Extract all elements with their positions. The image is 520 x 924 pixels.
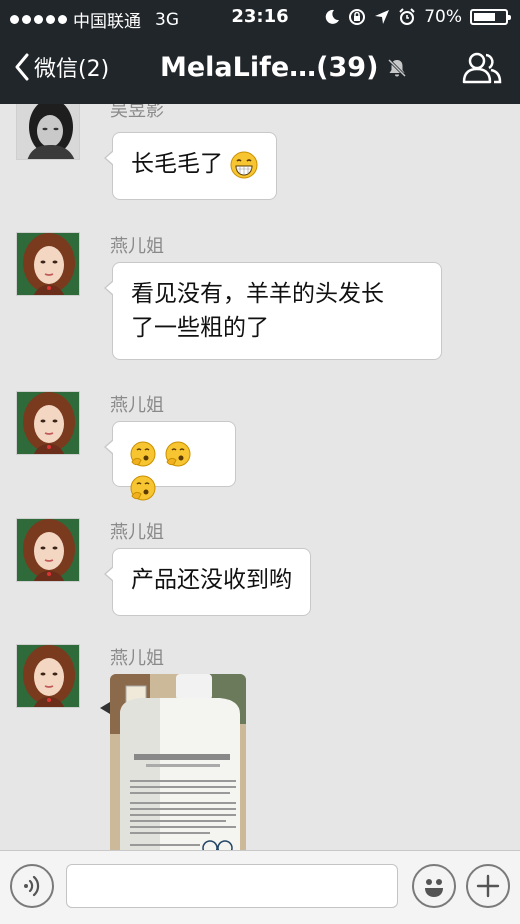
input-bar bbox=[0, 850, 520, 924]
message-bubble[interactable] bbox=[104, 421, 236, 500]
location-arrow-icon bbox=[375, 10, 390, 24]
chat-title: MelaLife…(39) bbox=[160, 52, 408, 83]
status-bar: 中国联通 3G 23:16 70% bbox=[0, 0, 520, 34]
thinking-emoji-icon bbox=[130, 475, 156, 500]
moon-icon bbox=[325, 9, 340, 24]
thinking-emoji-icon bbox=[165, 441, 191, 466]
message-text: 产品还没收到哟 bbox=[131, 567, 292, 593]
grin-emoji-icon bbox=[230, 151, 258, 178]
message-text: 长毛毛了 bbox=[131, 151, 223, 177]
avatar[interactable] bbox=[16, 391, 80, 455]
image-message[interactable] bbox=[110, 674, 246, 850]
sender-name: 燕儿姐 bbox=[110, 395, 164, 416]
voice-icon bbox=[24, 875, 40, 897]
group-members-button[interactable] bbox=[462, 52, 502, 88]
message-text-line: 看见没有，羊羊的头发长 bbox=[131, 281, 384, 307]
back-button[interactable]: 微信(2) bbox=[14, 51, 109, 83]
bubble-tail bbox=[100, 702, 110, 714]
sender-name: 燕儿姐 bbox=[110, 522, 164, 543]
message-bubble[interactable]: 长毛毛了 bbox=[103, 132, 278, 200]
sender-name: 燕儿姐 bbox=[110, 236, 164, 257]
message-text-line: 了一些粗的了 bbox=[131, 315, 269, 341]
smiley-icon bbox=[425, 879, 443, 897]
avatar[interactable] bbox=[16, 104, 80, 160]
rotation-lock-icon bbox=[349, 9, 366, 25]
people-icon bbox=[462, 52, 502, 84]
emoji-button[interactable] bbox=[412, 864, 456, 908]
plus-icon bbox=[476, 874, 500, 898]
back-label: 微信(2) bbox=[34, 57, 110, 82]
nav-bar: 微信(2) MelaLife…(39) bbox=[0, 34, 520, 104]
chevron-left-icon bbox=[15, 53, 29, 81]
more-button[interactable] bbox=[466, 864, 510, 908]
bell-slash-icon bbox=[388, 58, 407, 77]
message-input[interactable] bbox=[66, 864, 398, 908]
chat-title-text: MelaLife…(39) bbox=[160, 52, 379, 83]
sender-name: 燕儿姐 bbox=[110, 648, 164, 669]
battery-percent: 70% bbox=[424, 7, 462, 27]
sender-name: 吴昱影 bbox=[110, 104, 164, 121]
thinking-emoji-icon bbox=[130, 441, 156, 466]
voice-button[interactable] bbox=[10, 864, 54, 908]
avatar[interactable] bbox=[16, 518, 80, 582]
avatar[interactable] bbox=[16, 232, 80, 296]
avatar[interactable] bbox=[16, 644, 80, 708]
status-right: 70% bbox=[324, 7, 511, 27]
chat-messages[interactable]: 吴昱影 长毛毛了 燕儿姐 看见没有，羊羊的头发长 了一些粗的了 燕儿姐 燕儿姐 … bbox=[0, 104, 520, 850]
message-bubble[interactable]: 看见没有，羊羊的头发长 了一些粗的了 bbox=[104, 262, 442, 360]
message-bubble[interactable]: 产品还没收到哟 bbox=[104, 548, 311, 616]
alarm-icon bbox=[399, 8, 415, 25]
battery-icon bbox=[470, 9, 511, 25]
